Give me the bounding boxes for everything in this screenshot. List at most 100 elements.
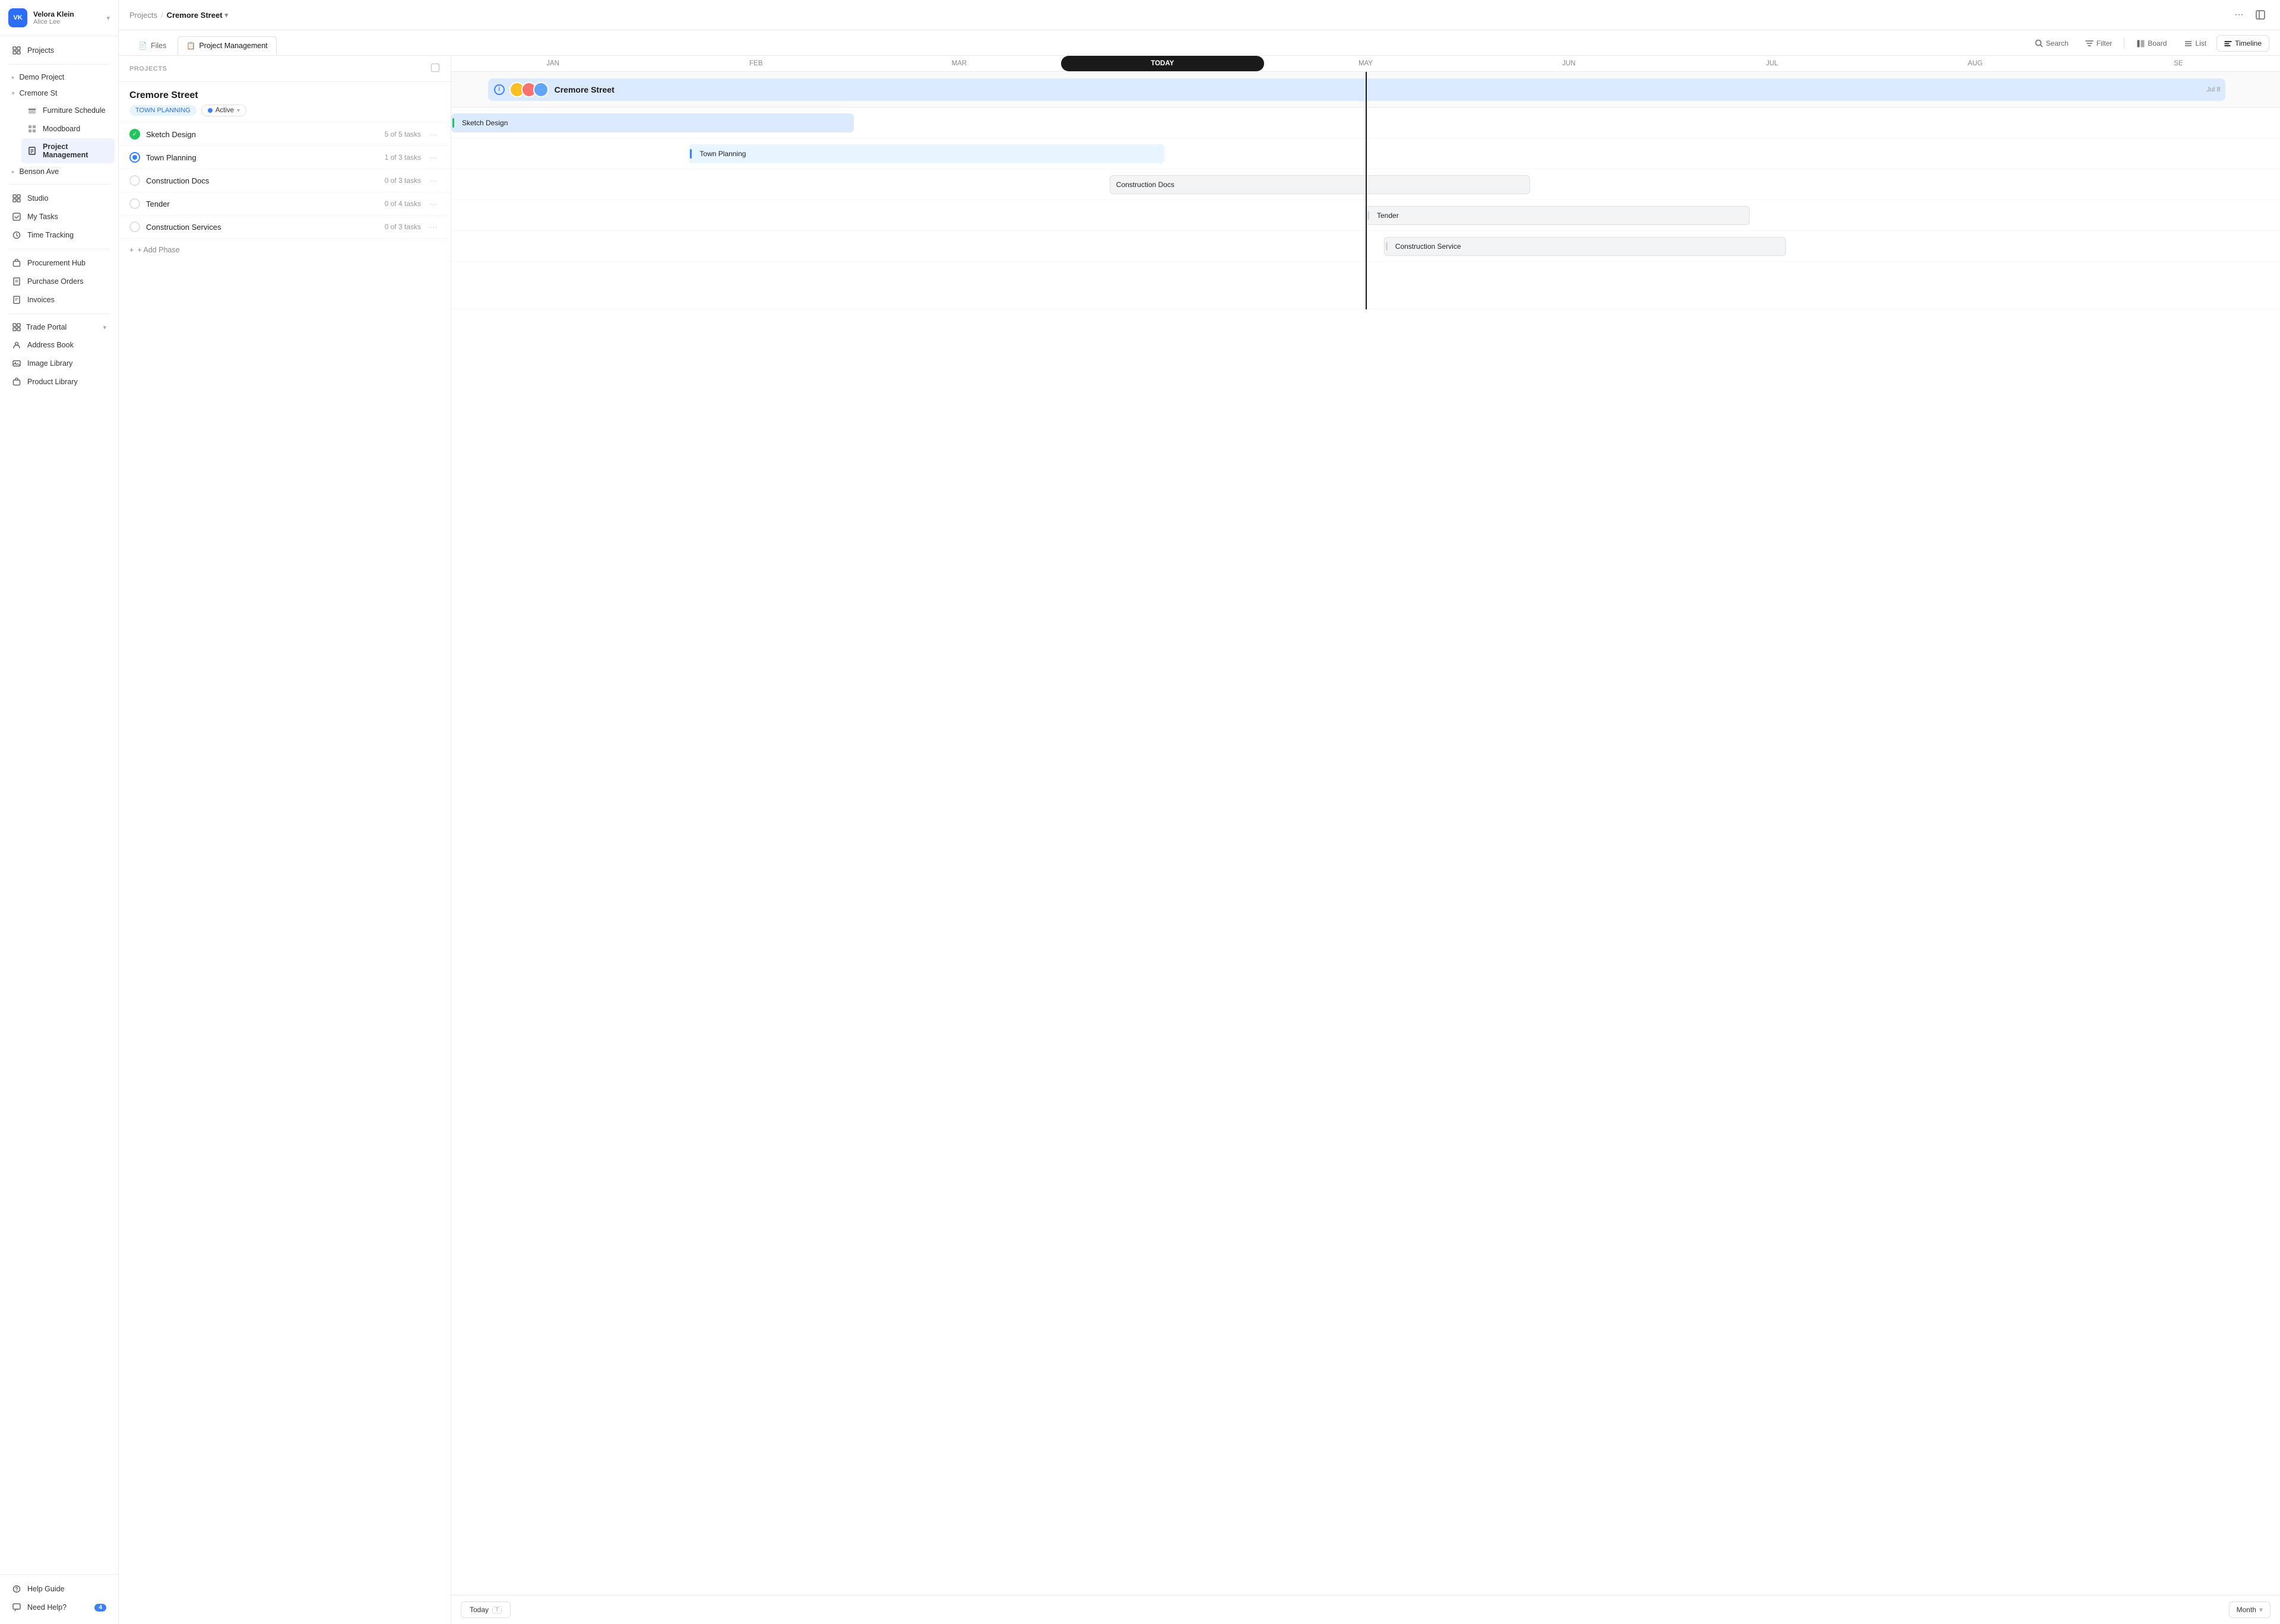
bar-start-line	[1367, 211, 1369, 220]
project-name: Cremore Street	[129, 90, 440, 101]
grid-icon	[12, 322, 21, 332]
timeline-months: JAN FEB MAR TODAY MAY JUN JUL AUG SE	[451, 56, 2280, 72]
more-options-icon[interactable]: ···	[427, 129, 440, 139]
phase-name: Town Planning	[146, 153, 379, 162]
month-label: Month	[2237, 1606, 2256, 1614]
sidebar-item-furniture-schedule[interactable]: Furniture Schedule	[21, 102, 115, 119]
sidebar-item-label: Image Library	[27, 359, 106, 368]
today-label: Today	[470, 1606, 489, 1614]
project-tag: TOWN PLANNING	[129, 105, 197, 116]
check-icon	[12, 212, 21, 221]
sidebar-group-benson-ave[interactable]: ▸ Benson Ave	[4, 164, 115, 179]
timeline-bar-construction-service[interactable]: Construction Service	[1384, 237, 1787, 256]
phase-check[interactable]	[129, 198, 140, 209]
search-button[interactable]: Search	[2028, 36, 2076, 51]
breadcrumb-parent[interactable]: Projects	[129, 11, 157, 20]
sidebar-item-need-help[interactable]: Need Help? 4	[4, 1598, 115, 1616]
phase-check[interactable]: ✓	[129, 129, 140, 140]
sidebar-children-cremore: Furniture Schedule Moodboard Project Man…	[0, 102, 118, 163]
breadcrumb: Projects / Cremore Street ▾	[129, 11, 228, 20]
user-profile[interactable]: VK Velora Klein Alice Lee ▾	[0, 0, 118, 36]
sidebar-item-label: Furniture Schedule	[43, 106, 106, 115]
sidebar-item-invoices[interactable]: Invoices	[4, 291, 115, 309]
sidebar-item-purchase-orders[interactable]: Purchase Orders	[4, 273, 115, 290]
tab-pm-label: Project Management	[199, 42, 267, 50]
month-select[interactable]: Month ▾	[2229, 1601, 2270, 1618]
phase-name: Sketch Design	[146, 130, 379, 139]
more-options-icon[interactable]: ···	[427, 222, 440, 232]
month-sep: SE	[2077, 56, 2280, 71]
tab-files[interactable]: 📄 Files	[129, 36, 175, 55]
main-content: Projects / Cremore Street ▾ ··· 📄 Files …	[119, 0, 2280, 1624]
sidebar-item-project-management[interactable]: Project Management	[21, 138, 115, 163]
content-area: PROJECTS Cremore Street TOWN PLANNING Ac…	[119, 56, 2280, 1624]
more-options-icon[interactable]: ···	[427, 199, 440, 208]
sidebar-item-label: Studio	[27, 194, 106, 202]
sidebar-item-address-book[interactable]: Address Book	[4, 336, 115, 354]
month-aug: AUG	[1874, 56, 2077, 71]
sidebar-group-cremore-st[interactable]: ▾ Cremore St	[4, 86, 115, 101]
clock-icon	[12, 230, 21, 240]
project-list-header: PROJECTS	[119, 56, 451, 82]
bar-start-line	[1386, 242, 1388, 251]
month-jan: JAN	[451, 56, 654, 71]
sidebar-item-help-guide[interactable]: Help Guide	[4, 1580, 115, 1598]
bar-start-line	[690, 149, 692, 159]
sidebar-item-my-tasks[interactable]: My Tasks	[4, 208, 115, 226]
today-button[interactable]: Today T	[461, 1601, 511, 1618]
sidebar-item-label: Address Book	[27, 341, 106, 349]
sidebar-item-trade-portal[interactable]: Trade Portal ▾	[4, 319, 115, 335]
sidebar-group-label: Cremore St	[20, 89, 58, 97]
sidebar-item-product-library[interactable]: Product Library	[4, 373, 115, 391]
sidebar-item-time-tracking[interactable]: Time Tracking	[4, 226, 115, 244]
timeline-bar-sketch-design[interactable]: Sketch Design	[451, 113, 854, 132]
sidebar-item-image-library[interactable]: Image Library	[4, 354, 115, 372]
phase-check[interactable]	[129, 221, 140, 232]
grid-icon	[12, 194, 21, 203]
sidebar-footer: Help Guide Need Help? 4	[0, 1574, 118, 1624]
view-timeline-button[interactable]: Timeline	[2216, 35, 2269, 52]
sidebar-item-projects[interactable]: Projects	[4, 42, 115, 59]
timeline-bar-construction-docs[interactable]: Construction Docs	[1110, 175, 1530, 194]
phase-item-construction-services[interactable]: Construction Services 0 of 3 tasks ···	[119, 216, 451, 239]
tab-project-management[interactable]: 📋 Project Management	[178, 36, 276, 55]
filter-label: Filter	[2097, 39, 2113, 48]
month-feb: FEB	[654, 56, 857, 71]
bag-icon	[12, 258, 21, 268]
chevron-right-icon: ▸	[12, 74, 15, 81]
project-status-badge[interactable]: Active ▾	[201, 105, 246, 116]
timeline-project-bar[interactable]: i Cremore Street Jul 8	[488, 78, 2225, 101]
doc-icon	[27, 146, 37, 156]
sidebar-item-studio[interactable]: Studio	[4, 189, 115, 207]
phase-item-town-planning[interactable]: Town Planning 1 of 3 tasks ···	[119, 146, 451, 169]
add-phase-button[interactable]: + + Add Phase	[119, 239, 451, 261]
sidebar-group-demo-project[interactable]: ▸ Demo Project	[4, 69, 115, 85]
more-options-icon[interactable]: ···	[427, 176, 440, 185]
phase-item-sketch-design[interactable]: ✓ Sketch Design 5 of 5 tasks ···	[119, 123, 451, 146]
sidebar-item-moodboard[interactable]: Moodboard	[21, 120, 115, 138]
sidebar-item-label: Procurement Hub	[27, 259, 106, 267]
more-options-button[interactable]: ···	[2230, 6, 2248, 24]
timeline-bar-town-planning[interactable]: Town Planning	[689, 144, 1164, 163]
phase-check[interactable]	[129, 175, 140, 186]
more-options-icon[interactable]: ···	[427, 153, 440, 162]
month-jun: JUN	[1467, 56, 1670, 71]
bar-label: Sketch Design	[462, 119, 508, 127]
header-check[interactable]	[430, 63, 440, 74]
filter-button[interactable]: Filter	[2078, 36, 2120, 51]
phase-item-tender[interactable]: Tender 0 of 4 tasks ···	[119, 192, 451, 216]
sidebar-item-procurement-hub[interactable]: Procurement Hub	[4, 254, 115, 272]
divider	[8, 184, 110, 185]
month-may: MAY	[1264, 56, 1467, 71]
status-label: Active	[216, 107, 234, 114]
expand-button[interactable]	[2252, 6, 2269, 24]
phase-check[interactable]	[129, 152, 140, 163]
view-list-button[interactable]: List	[2177, 35, 2214, 52]
view-board-button[interactable]: Board	[2129, 35, 2174, 52]
timeline-bar-tender[interactable]: Tender	[1366, 206, 1750, 225]
phase-item-construction-docs[interactable]: Construction Docs 0 of 3 tasks ···	[119, 169, 451, 192]
sidebar-item-label: Invoices	[27, 296, 106, 304]
sidebar-item-label: Moodboard	[43, 125, 106, 133]
month-today: TODAY	[1061, 56, 1264, 71]
board-label: Board	[2148, 39, 2167, 48]
